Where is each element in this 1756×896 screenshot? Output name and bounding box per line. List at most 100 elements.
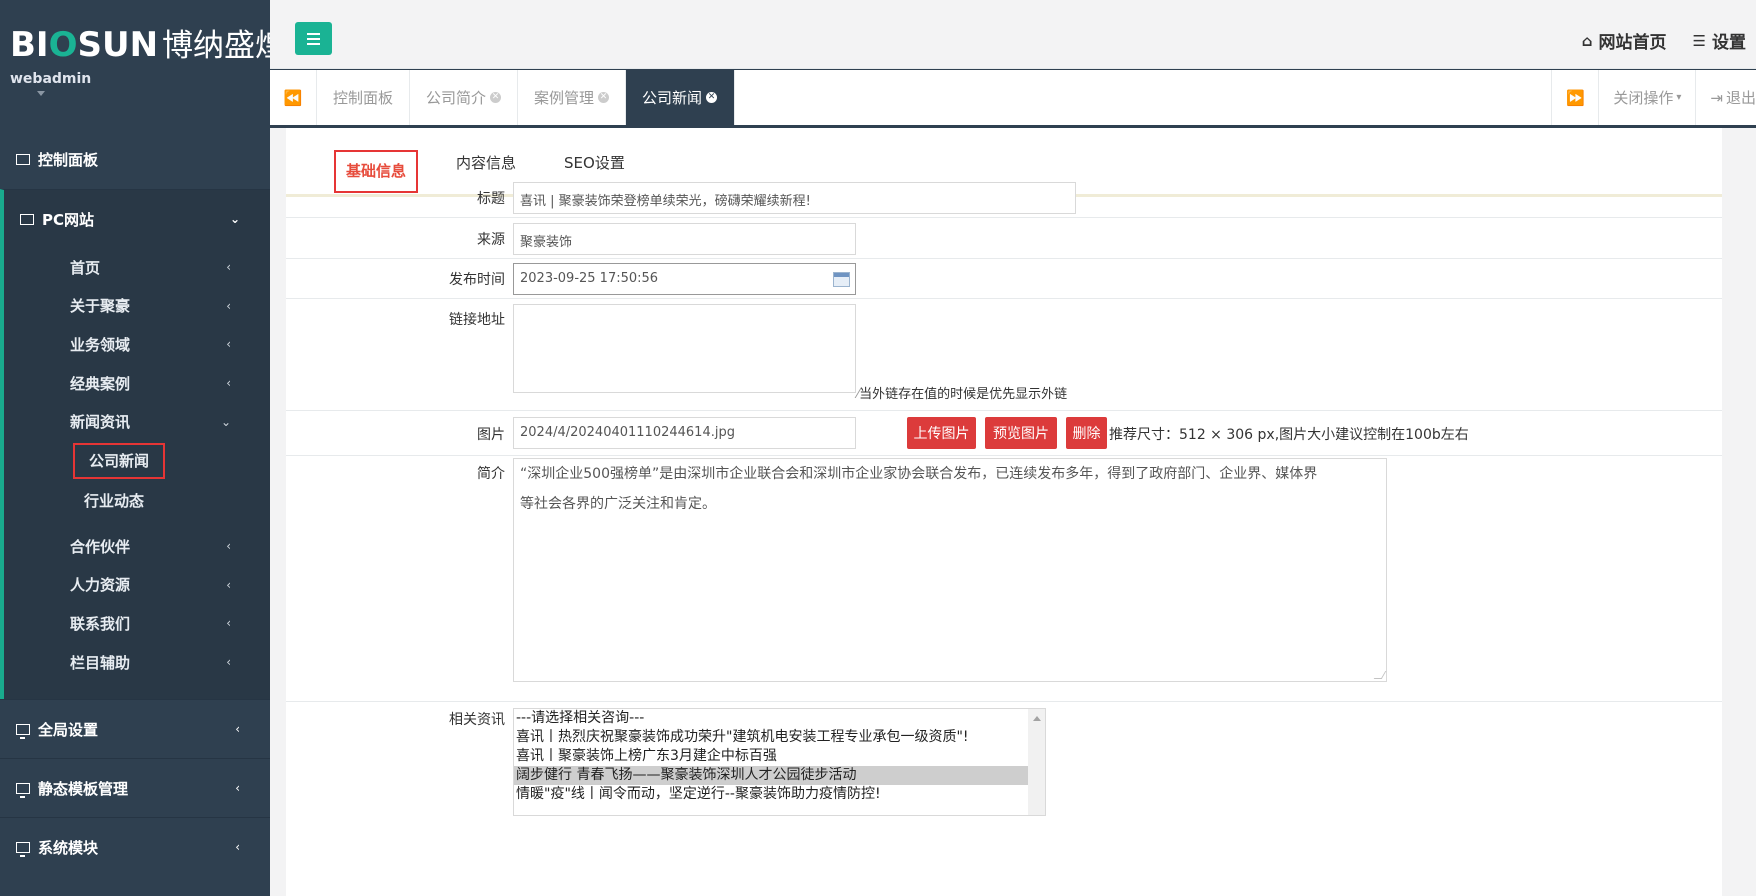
sidebar-group-pc-site: PC网站 ⌄ 首页 ‹ 关于聚豪 ‹ 业务领域 ‹ 经典案例 ‹ 新闻资讯 ⌄ 公司新闻 …: [0, 189, 270, 699]
sidebar-item-cases[interactable]: 经典案例 ‹: [4, 364, 270, 403]
publish-time-input[interactable]: 2023-09-25 17:50:56: [513, 263, 856, 295]
related-news-select[interactable]: ---请选择相关咨询--- 喜讯丨热烈庆祝聚豪装饰成功荣升"建筑机电安装工程专业…: [513, 708, 1046, 816]
site-home-link[interactable]: ⌂ 网站首页: [1582, 28, 1667, 54]
chevron-left-icon: ‹: [226, 539, 231, 554]
form-row-source: 来源 聚豪装饰: [286, 218, 1722, 259]
sidebar-item-company-news[interactable]: 公司新闻: [73, 442, 165, 479]
summary-text-line: “深圳企业500强榜单”是由深圳市企业联合会和深圳市企业家协会联合发布，已连续发…: [520, 466, 1318, 482]
chevron-down-icon: ⌄: [220, 414, 231, 429]
tab-company-news[interactable]: 公司新闻 ✕: [626, 70, 736, 125]
image-path-input[interactable]: 2024/4/20240401110244614.jpg: [513, 417, 856, 449]
image-size-hint: 推荐尺寸：512 × 306 px,图片大小建议控制在100b左右: [1109, 427, 1469, 443]
sidebar-item-label: 经典案例: [70, 374, 131, 393]
sidebar-item-hr[interactable]: 人力资源 ‹: [4, 566, 270, 605]
upload-image-button[interactable]: 上传图片: [907, 417, 976, 449]
scroll-tabs-left-button[interactable]: ⏪: [270, 70, 317, 125]
chevron-left-icon: ‹: [226, 655, 231, 670]
logout-button[interactable]: ⇥ 退出: [1695, 70, 1756, 125]
link-hint-text: 当外链存在值的时候是优先显示外链: [859, 387, 1068, 402]
image-label: 图片: [477, 427, 505, 443]
sidebar-item-industry-news[interactable]: 行业动态: [4, 481, 270, 521]
close-icon[interactable]: ✕: [490, 92, 502, 103]
close-icon[interactable]: ✕: [598, 92, 610, 103]
username[interactable]: webadmin: [10, 71, 270, 87]
chevron-left-icon: ‹: [226, 298, 231, 313]
page-tabs-bar: ⏪ 控制面板 公司简介 ✕ 案例管理 ✕ 公司新闻 ✕ ⏩ 关闭操作 ▾ ⇥ 退出: [270, 70, 1756, 127]
chevron-left-icon: ‹: [235, 840, 240, 854]
sidebar-item-column-aux[interactable]: 栏目辅助 ‹: [4, 643, 270, 682]
user-dropdown-icon[interactable]: [37, 91, 45, 96]
sidebar: BIOSUN 博纳盛煌 webadmin 控制面板 PC网站 ⌄ 首页 ‹ 关于聚豪…: [0, 0, 287, 896]
source-input[interactable]: 聚豪装饰: [513, 223, 856, 255]
top-header: ⌂ 网站首页 ☰ 设置: [270, 0, 1756, 69]
scroll-tabs-right-button[interactable]: ⏩: [1551, 70, 1598, 125]
chevron-left-icon: ‹: [226, 577, 231, 592]
summary-textarea[interactable]: “深圳企业500强榜单”是由深圳市企业联合会和深圳市企业家协会联合发布，已连续发…: [513, 458, 1387, 682]
chevron-left-icon: ‹: [235, 781, 240, 795]
sidebar-item-about[interactable]: 关于聚豪 ‹: [4, 287, 270, 326]
form-row-link: 链接地址 ⁄当外链存在值的时候是优先显示外链: [286, 299, 1722, 411]
related-news-label: 相关资讯: [449, 712, 505, 728]
form-row-image: 图片 2024/4/20240401110244614.jpg 上传图片 预览图…: [286, 411, 1722, 456]
settings-list-icon: ☰: [1692, 31, 1706, 50]
sidebar-item-news[interactable]: 新闻资讯 ⌄: [4, 402, 270, 441]
select-option[interactable]: 喜讯丨聚豪装饰上榜广东3月建企中标百强: [514, 747, 1045, 766]
sidebar-item-partners[interactable]: 合作伙伴 ‹: [4, 527, 270, 566]
calendar-icon[interactable]: [833, 272, 850, 287]
tab-content-info[interactable]: 内容信息: [456, 152, 516, 173]
link-textarea[interactable]: [513, 304, 856, 393]
preview-image-button[interactable]: 预览图片: [985, 417, 1057, 449]
tab-case-management[interactable]: 案例管理 ✕: [518, 70, 627, 125]
form-panel: 基础信息 内容信息 SEO设置 标题 喜讯 | 聚豪装饰荣登榜单续荣光，磅礴荣耀…: [286, 128, 1722, 896]
hamburger-icon-line: [307, 38, 320, 40]
resize-grip-icon[interactable]: [1373, 671, 1387, 679]
link-label: 链接地址: [449, 312, 505, 328]
settings-link[interactable]: ☰ 设置: [1692, 28, 1746, 54]
settings-label: 设置: [1712, 33, 1746, 53]
panel-icon: [16, 154, 30, 165]
select-option[interactable]: 喜讯丨热烈庆祝聚豪装饰成功荣升"建筑机电安装工程专业承包一级资质"!: [514, 728, 1045, 747]
page-tabs: 控制面板 公司简介 ✕ 案例管理 ✕ 公司新闻 ✕: [317, 70, 736, 125]
summary-label: 简介: [477, 466, 505, 482]
sidebar-item-label: 静态模板管理: [38, 779, 129, 798]
sidebar-item-global-settings[interactable]: 全局设置 ‹: [0, 699, 270, 758]
close-icon[interactable]: ✕: [706, 92, 718, 103]
select-option[interactable]: ---请选择相关咨询---: [514, 709, 1045, 728]
form-row-summary: 简介 “深圳企业500强榜单”是由深圳市企业联合会和深圳市企业家协会联合发布，已…: [286, 456, 1722, 702]
close-ops-label: 关闭操作: [1613, 89, 1674, 107]
monitor-icon: [20, 213, 34, 225]
sidebar-item-dashboard[interactable]: 控制面板: [0, 130, 270, 189]
sidebar-item-contact[interactable]: 联系我们 ‹: [4, 604, 270, 643]
select-option[interactable]: 情暖"疫"线丨闻令而动，坚定逆行--聚豪装饰助力疫情防控!: [514, 785, 1045, 804]
chevron-down-icon: ⌄: [229, 212, 240, 226]
menu-toggle-button[interactable]: [295, 22, 332, 55]
caret-down-icon: ▾: [1676, 92, 1682, 103]
sidebar-item-system-modules[interactable]: 系统模块 ‹: [0, 817, 270, 876]
sidebar-item-label: PC网站: [42, 210, 95, 229]
sidebar-item-home[interactable]: 首页 ‹: [4, 248, 270, 287]
tab-company-profile[interactable]: 公司简介 ✕: [410, 70, 519, 125]
scrollbar[interactable]: [1028, 709, 1045, 815]
logo: BIOSUN 博纳盛煌: [10, 25, 287, 65]
sidebar-item-template-mgmt[interactable]: 静态模板管理 ‹: [0, 758, 270, 817]
tab-label: 公司简介: [426, 89, 487, 107]
brand: BIOSUN 博纳盛煌 webadmin: [0, 0, 287, 130]
title-input[interactable]: 喜讯 | 聚豪装饰荣登榜单续荣光，磅礴荣耀续新程!: [513, 182, 1076, 214]
publish-time-label: 发布时间: [449, 272, 505, 288]
tab-seo-settings[interactable]: SEO设置: [564, 152, 625, 173]
select-option[interactable]: 阔步健行 青春飞扬——聚豪装饰深圳人才公园徒步活动: [514, 766, 1028, 785]
sidebar-item-label: 关于聚豪: [70, 297, 131, 316]
chevron-left-icon: ‹: [226, 376, 231, 391]
tab-label: 公司新闻: [642, 89, 703, 107]
monitor-icon: [16, 723, 30, 739]
chevron-left-icon: ‹: [226, 337, 231, 352]
sidebar-item-business[interactable]: 业务领域 ‹: [4, 325, 270, 364]
sidebar-item-pc-site[interactable]: PC网站 ⌄: [4, 190, 270, 248]
delete-image-button[interactable]: 删除: [1066, 417, 1107, 449]
tab-dashboard[interactable]: 控制面板: [317, 70, 411, 125]
sidebar-item-label: 全局设置: [38, 720, 99, 739]
sidebar-item-label: 控制面板: [38, 151, 99, 169]
sidebar-item-label: 联系我们: [70, 614, 131, 633]
close-operations-dropdown[interactable]: 关闭操作 ▾: [1598, 70, 1695, 125]
hamburger-icon: [307, 33, 320, 35]
